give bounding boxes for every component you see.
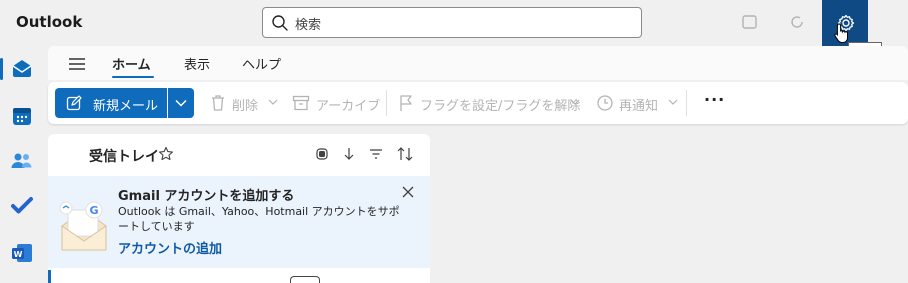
- search-input[interactable]: 検索: [262, 7, 642, 38]
- archive-icon: [292, 95, 310, 111]
- new-mail-button[interactable]: 新規メール: [55, 88, 167, 118]
- flag-button[interactable]: フラグを設定/フラグを解除: [420, 95, 580, 114]
- compose-icon: [66, 95, 82, 111]
- search-placeholder: 検索: [295, 18, 322, 33]
- list-item-selection-indicator: [48, 270, 51, 283]
- calendar-icon[interactable]: [10, 104, 34, 128]
- main-panel: ホーム 表示 ヘルプ 新規メール 削除 アーカイブ フラグを設定/フラグを解除 …: [48, 46, 908, 283]
- add-account-banner: G Gmail アカウントを追加する Outlook は Gmail、Yahoo…: [48, 176, 430, 268]
- app-rail: W: [0, 46, 44, 283]
- filter-icon[interactable]: [368, 146, 384, 162]
- list-item[interactable]: [290, 276, 320, 283]
- more-options-button[interactable]: ···: [704, 90, 725, 109]
- chevron-down-icon: [268, 99, 278, 105]
- people-icon[interactable]: [10, 149, 34, 173]
- tab-help[interactable]: ヘルプ: [242, 54, 281, 73]
- chevron-down-icon: [570, 99, 580, 105]
- tab-active-indicator: [112, 76, 154, 78]
- rail-selection-indicator: [0, 58, 3, 80]
- close-icon[interactable]: [402, 186, 414, 198]
- new-mail-label: 新規メール: [93, 99, 159, 114]
- ribbon-toolbar: 新規メール 削除 アーカイブ フラグを設定/フラグを解除 再通知 ···: [48, 82, 908, 124]
- title-bar: Outlook 検索 設定: [0, 0, 908, 63]
- todo-icon[interactable]: [10, 194, 34, 218]
- folder-title: 受信トレイ: [89, 149, 159, 165]
- add-account-link[interactable]: アカウントの追加: [118, 238, 222, 257]
- arrow-down-icon[interactable]: [342, 146, 356, 162]
- banner-title: Gmail アカウントを追加する: [118, 189, 295, 204]
- toolbar-divider: [386, 90, 387, 116]
- ribbon-tabs: ホーム 表示 ヘルプ: [48, 46, 908, 80]
- clock-icon: [597, 95, 613, 111]
- chevron-down-icon: [175, 99, 187, 107]
- banner-text: Outlook は Gmail、Yahoo、Hotmail アカウントをサポート…: [118, 205, 400, 233]
- tab-view[interactable]: 表示: [184, 54, 210, 73]
- sort-icon[interactable]: [396, 146, 414, 162]
- delete-button[interactable]: 削除: [232, 95, 258, 114]
- hamburger-icon[interactable]: [68, 57, 86, 71]
- hand-cursor-icon: [834, 23, 848, 43]
- flag-icon: [400, 95, 412, 111]
- trash-icon: [212, 95, 224, 111]
- toolbar-divider: [686, 90, 687, 116]
- snooze-button[interactable]: 再通知: [619, 95, 658, 114]
- search-icon: [272, 15, 288, 31]
- svg-text:G: G: [89, 204, 98, 217]
- archive-button[interactable]: アーカイブ: [316, 95, 380, 114]
- new-mail-dropdown-button[interactable]: [168, 88, 194, 118]
- svg-text:W: W: [14, 250, 23, 259]
- compose-icon[interactable]: [740, 12, 760, 32]
- mail-icon[interactable]: [10, 56, 34, 80]
- chevron-down-icon: [668, 99, 678, 105]
- refresh-icon[interactable]: [787, 12, 807, 32]
- tab-home[interactable]: ホーム: [112, 54, 151, 73]
- select-icon[interactable]: [314, 146, 330, 162]
- envelope-illustration-icon: G: [59, 201, 107, 251]
- star-icon[interactable]: [158, 146, 174, 162]
- mail-list: 受信トレイ G Gmail アカウントを追加する Outlook は Gmail…: [48, 134, 430, 283]
- app-title: Outlook: [16, 13, 83, 31]
- word-icon[interactable]: W: [10, 241, 34, 265]
